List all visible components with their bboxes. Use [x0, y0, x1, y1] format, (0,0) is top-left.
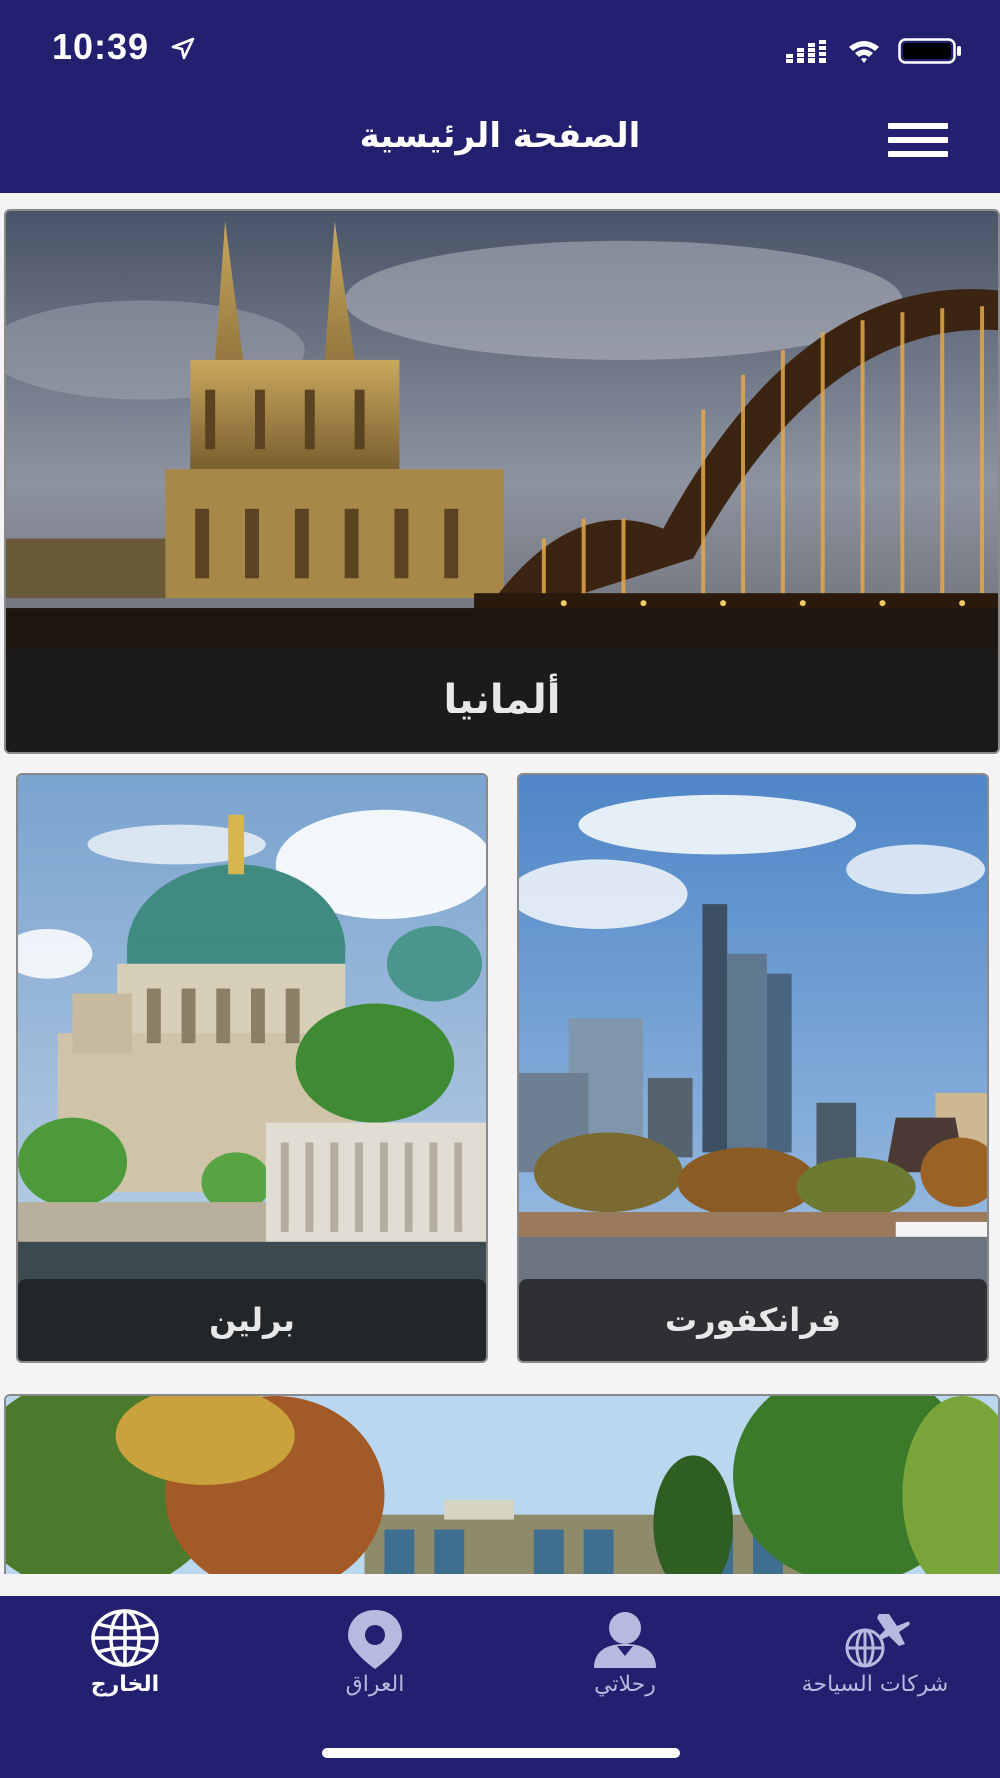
location-arrow-icon — [171, 37, 195, 60]
destination-card-berlin[interactable]: برلين — [16, 773, 488, 1363]
nav-label-travel-agencies: شركات السياحة — [801, 1672, 949, 1697]
destination-card-partial[interactable] — [4, 1394, 1000, 1574]
nav-label-my-trips: رحلاتي — [594, 1672, 656, 1697]
card-label-frankfurt: فرانكفورت — [519, 1279, 987, 1361]
travel-agency-icon — [845, 1614, 910, 1668]
destination-card-frankfurt[interactable]: فرانكفورت — [517, 773, 989, 1363]
nav-tab-iraq[interactable]: العراق — [255, 1596, 495, 1706]
menu-icon-bar — [888, 151, 948, 157]
wifi-icon — [849, 41, 879, 63]
status-time: 10:39 — [52, 26, 150, 67]
battery-icon — [898, 38, 961, 64]
globe-icon — [91, 1609, 159, 1667]
nav-label-abroad: الخارج — [90, 1672, 160, 1697]
card-label-berlin: برلين — [18, 1279, 486, 1361]
palace-garden-image — [6, 1396, 998, 1574]
page-title: الصفحة الرئيسية — [359, 116, 641, 156]
nav-label-iraq: العراق — [345, 1672, 405, 1697]
home-indicator[interactable] — [322, 1748, 680, 1758]
nav-tab-abroad[interactable]: الخارج — [5, 1596, 245, 1706]
menu-icon-bar — [888, 123, 948, 129]
nav-tab-travel-agencies[interactable]: شركات السياحة — [755, 1596, 995, 1706]
menu-button[interactable] — [888, 123, 948, 161]
app-header: 10:39 الصفحة الرئيسية — [0, 0, 1000, 193]
card-label-germany: ألمانيا — [6, 648, 998, 752]
frankfurt-skyline-image — [519, 775, 987, 1361]
nav-tab-my-trips[interactable]: رحلاتي — [505, 1596, 745, 1706]
menu-icon-bar — [888, 137, 948, 143]
location-pin-icon — [348, 1610, 402, 1669]
berlin-cathedral-image — [18, 775, 486, 1361]
cellular-signal-icon — [786, 40, 826, 63]
destination-card-germany[interactable]: ألمانيا — [4, 209, 1000, 754]
user-icon — [594, 1612, 656, 1668]
